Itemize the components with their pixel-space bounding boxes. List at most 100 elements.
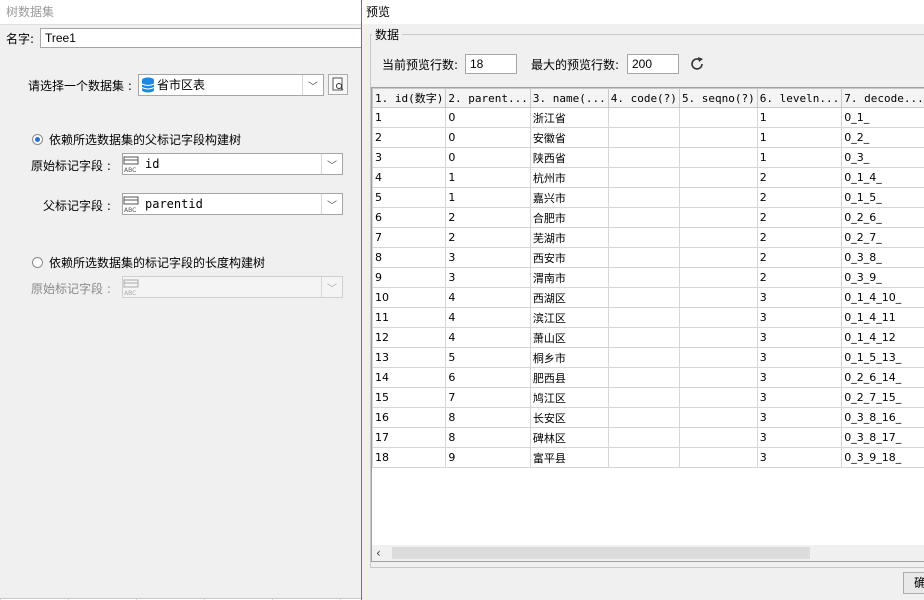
option2-radio[interactable] <box>32 257 43 268</box>
table-row[interactable]: 1 0 浙江省 1 0_1_ <box>372 107 924 128</box>
table-cell[interactable] <box>607 427 680 448</box>
table-cell[interactable]: 6 <box>445 367 531 388</box>
table-cell[interactable]: 2 <box>756 167 843 188</box>
table-cell[interactable]: 14 <box>372 367 447 388</box>
table-cell[interactable]: 8 <box>445 407 531 428</box>
table-cell[interactable]: 陕西省 <box>529 147 609 168</box>
table-row[interactable]: 6 2 合肥市 2 0_2_6_ <box>372 207 924 228</box>
table-cell[interactable]: 5 <box>372 187 447 208</box>
table-row[interactable]: 11 4 滨江区 3 0_1_4_11 <box>372 307 924 328</box>
table-cell[interactable] <box>678 307 758 328</box>
table-cell[interactable]: 0_2_7_15_ <box>841 387 924 408</box>
table-cell[interactable]: 2 <box>756 267 843 288</box>
table-cell[interactable]: 3 <box>756 287 843 308</box>
table-cell[interactable] <box>607 107 680 128</box>
table-cell[interactable]: 安徽省 <box>529 127 609 148</box>
table-cell[interactable]: 0 <box>445 147 531 168</box>
scrollbar-thumb[interactable] <box>392 547 810 559</box>
table-cell[interactable]: 浙江省 <box>529 107 609 128</box>
table-cell[interactable]: 滨江区 <box>529 307 609 328</box>
table-cell[interactable] <box>607 147 680 168</box>
max-rows-input[interactable] <box>627 54 679 74</box>
table-cell[interactable]: 5 <box>445 347 531 368</box>
table-cell[interactable] <box>607 127 680 148</box>
table-cell[interactable] <box>678 387 758 408</box>
table-cell[interactable]: 3 <box>756 367 843 388</box>
table-cell[interactable]: 7 <box>445 387 531 408</box>
table-cell[interactable]: 2 <box>445 207 531 228</box>
column-header[interactable]: 1. id(数字) <box>372 88 447 108</box>
table-cell[interactable]: 4 <box>445 327 531 348</box>
table-cell[interactable]: 4 <box>445 287 531 308</box>
chevron-down-icon[interactable]: ﹀ <box>302 75 323 95</box>
table-row[interactable]: 2 0 安徽省 1 0_2_ <box>372 127 924 148</box>
table-cell[interactable] <box>607 387 680 408</box>
table-row[interactable]: 3 0 陕西省 1 0_3_ <box>372 147 924 168</box>
table-cell[interactable] <box>607 187 680 208</box>
table-cell[interactable]: 2 <box>756 227 843 248</box>
table-cell[interactable] <box>678 287 758 308</box>
table-cell[interactable]: 3 <box>756 447 843 468</box>
table-cell[interactable] <box>678 447 758 468</box>
table-cell[interactable]: 4 <box>372 167 447 188</box>
table-cell[interactable]: 0_2_6_ <box>841 207 924 228</box>
table-cell[interactable]: 3 <box>756 307 843 328</box>
table-cell[interactable]: 7 <box>372 227 447 248</box>
table-cell[interactable]: 0_1_4_11 <box>841 307 924 328</box>
table-cell[interactable] <box>607 367 680 388</box>
table-cell[interactable]: 1 <box>445 167 531 188</box>
table-row[interactable]: 8 3 西安市 2 0_3_8_ <box>372 247 924 268</box>
table-cell[interactable] <box>607 447 680 468</box>
table-cell[interactable]: 长安区 <box>529 407 609 428</box>
table-cell[interactable]: 合肥市 <box>529 207 609 228</box>
table-cell[interactable]: 富平县 <box>529 447 609 468</box>
table-cell[interactable] <box>678 187 758 208</box>
table-cell[interactable]: 9 <box>445 447 531 468</box>
table-cell[interactable] <box>607 347 680 368</box>
table-cell[interactable]: 4 <box>445 307 531 328</box>
table-cell[interactable]: 3 <box>445 247 531 268</box>
table-cell[interactable]: 17 <box>372 427 447 448</box>
table-cell[interactable] <box>607 287 680 308</box>
table-cell[interactable]: 嘉兴市 <box>529 187 609 208</box>
chevron-down-icon[interactable]: ﹀ <box>321 277 342 297</box>
table-cell[interactable]: 12 <box>372 327 447 348</box>
table-cell[interactable]: 2 <box>756 207 843 228</box>
table-cell[interactable] <box>678 327 758 348</box>
table-cell[interactable] <box>607 247 680 268</box>
horizontal-scrollbar[interactable]: ‹ <box>371 545 924 562</box>
table-cell[interactable]: 11 <box>372 307 447 328</box>
orig-field2-select[interactable]: ABC ﹀ <box>122 276 343 298</box>
table-cell[interactable]: 0_1_4_12 <box>841 327 924 348</box>
table-cell[interactable]: 10 <box>372 287 447 308</box>
table-cell[interactable]: 2 <box>756 247 843 268</box>
table-row[interactable]: 12 4 萧山区 3 0_1_4_12 <box>372 327 924 348</box>
column-header[interactable]: 7. decode... <box>841 88 924 108</box>
column-header[interactable]: 3. name(... <box>529 88 609 108</box>
table-cell[interactable]: 0 <box>445 107 531 128</box>
table-row[interactable]: 17 8 碑林区 3 0_3_8_17_ <box>372 427 924 448</box>
table-cell[interactable] <box>607 207 680 228</box>
table-cell[interactable] <box>607 227 680 248</box>
table-row[interactable]: 9 3 渭南市 2 0_3_9_ <box>372 267 924 288</box>
table-cell[interactable]: 碑林区 <box>529 427 609 448</box>
table-cell[interactable] <box>607 267 680 288</box>
table-cell[interactable]: 0_2_7_ <box>841 227 924 248</box>
table-cell[interactable]: 3 <box>756 387 843 408</box>
orig-field-select[interactable]: ABC id ﹀ <box>122 153 343 175</box>
table-cell[interactable] <box>678 247 758 268</box>
table-cell[interactable]: 渭南市 <box>529 267 609 288</box>
table-cell[interactable]: 0_3_8_17_ <box>841 427 924 448</box>
table-row[interactable]: 16 8 长安区 3 0_3_8_16_ <box>372 407 924 428</box>
table-cell[interactable]: 9 <box>372 267 447 288</box>
table-cell[interactable]: 16 <box>372 407 447 428</box>
table-cell[interactable]: 桐乡市 <box>529 347 609 368</box>
preview-dataset-button[interactable] <box>328 74 348 95</box>
table-cell[interactable]: 0_3_8_ <box>841 247 924 268</box>
option1-radio[interactable] <box>32 134 43 145</box>
table-cell[interactable]: 18 <box>372 447 447 468</box>
table-cell[interactable]: 0 <box>445 127 531 148</box>
refresh-icon[interactable] <box>689 56 705 72</box>
table-cell[interactable]: 8 <box>445 427 531 448</box>
table-cell[interactable] <box>678 147 758 168</box>
